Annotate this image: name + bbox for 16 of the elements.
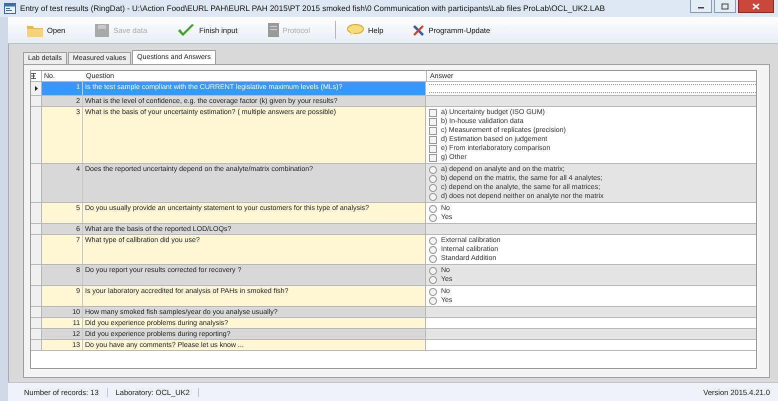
tools-icon xyxy=(413,24,424,36)
maximize-icon xyxy=(721,2,729,10)
row-header[interactable] xyxy=(31,82,42,95)
speech-bubble-icon xyxy=(347,24,364,36)
folder-icon xyxy=(27,24,43,36)
close-icon xyxy=(752,2,760,10)
document-icon xyxy=(268,23,278,37)
minimize-button[interactable] xyxy=(690,0,712,13)
sort-icon xyxy=(31,73,36,79)
window-icon xyxy=(4,3,16,14)
checkmark-icon xyxy=(177,24,196,36)
window-title: Entry of test results (RingDat) - U:\Action Food\EURL PAH\EURL PAH 2015\PT 2015 smoked fish\0 Communication with participants\Lab files ProLab\OCL_UK2.LAB xyxy=(20,4,606,13)
current-row-icon xyxy=(34,86,38,91)
close-button[interactable] xyxy=(738,0,774,13)
answer-field[interactable] xyxy=(429,84,756,93)
maximize-button[interactable] xyxy=(714,0,736,13)
